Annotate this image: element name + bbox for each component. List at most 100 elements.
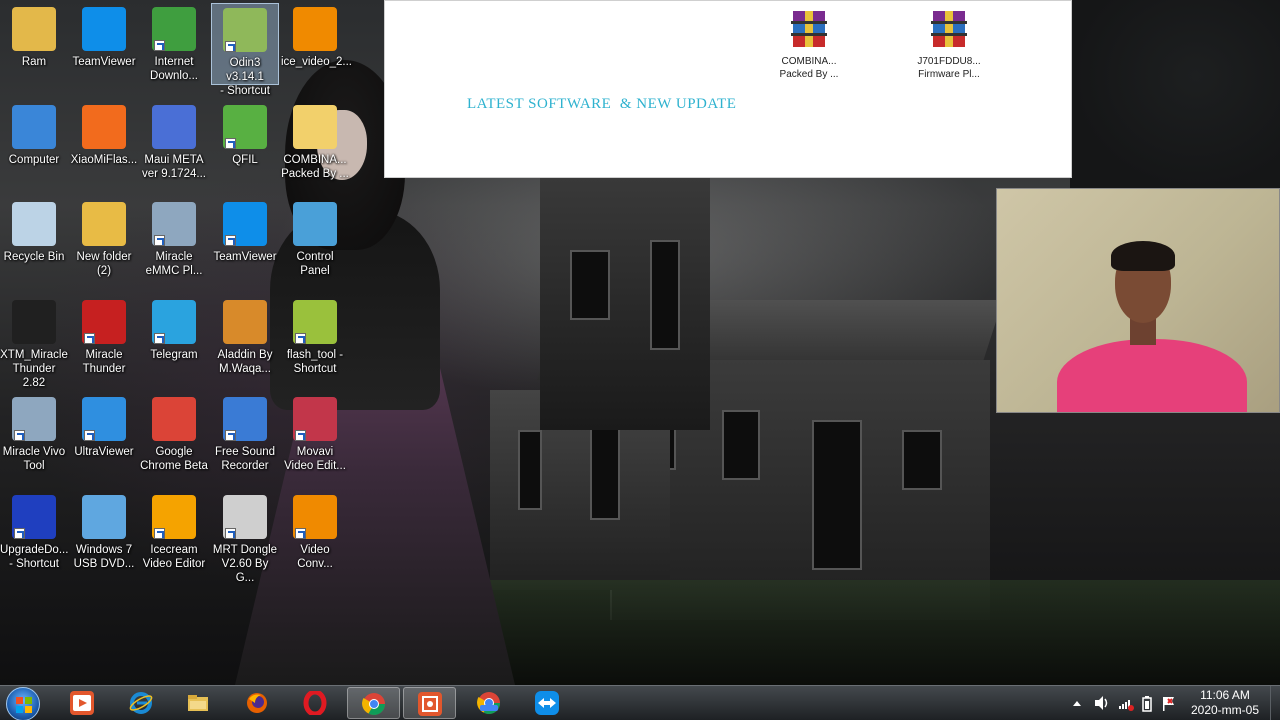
icon-label-line1: Odin3 v3.14.1 bbox=[226, 57, 264, 83]
desktop-icon[interactable]: flash_tool - Shortcut bbox=[281, 296, 349, 378]
desktop-icon-label: XTM_Miracle Thunder 2.82 bbox=[0, 348, 68, 390]
chrome-beta-icon bbox=[477, 691, 501, 715]
desktop-icon[interactable]: Ram bbox=[0, 3, 68, 85]
screen-recorder-icon bbox=[418, 692, 442, 716]
taskbar-chrome-beta[interactable] bbox=[463, 687, 516, 719]
icon-label-line1: Google bbox=[155, 446, 193, 458]
gsm-team-icon bbox=[12, 300, 56, 344]
web-page-banner: LATEST SOFTWARE & NEW UPDATE COMBINA... … bbox=[384, 0, 1072, 178]
tray-volume[interactable] bbox=[1093, 686, 1111, 720]
video-converter-icon bbox=[293, 495, 337, 539]
desktop-icon-label: UpgradeDo... - Shortcut bbox=[0, 543, 68, 571]
desktop-icon[interactable]: Video Conv... bbox=[281, 491, 349, 573]
teamviewer-icon bbox=[223, 202, 267, 246]
upgrade-download-icon bbox=[12, 495, 56, 539]
shortcut-arrow-icon bbox=[84, 430, 95, 441]
desktop-icon[interactable]: Computer bbox=[0, 101, 68, 183]
desktop-icon-label: QFIL bbox=[211, 153, 279, 167]
icon-label-line2: M.Waqa... bbox=[219, 363, 271, 375]
shortcut-arrow-icon bbox=[295, 528, 306, 539]
shortcut-arrow-icon bbox=[225, 235, 236, 246]
desktop-icon[interactable]: XTM_Miracle Thunder 2.82 bbox=[0, 296, 68, 389]
desktop-icon[interactable]: UpgradeDo... - Shortcut bbox=[0, 491, 68, 573]
desktop-icon[interactable]: COMBINA... Packed By ... bbox=[281, 101, 349, 183]
qfil-icon bbox=[223, 105, 267, 149]
desktop-icon[interactable]: Icecream Video Editor bbox=[140, 491, 208, 573]
icon-label-line2: Video Editor bbox=[142, 558, 206, 570]
desktop-icon-label: Miracle eMMC Pl... bbox=[140, 250, 208, 278]
icon-label-line1: Icecream bbox=[150, 544, 198, 556]
desktop-icon[interactable]: Control Panel bbox=[281, 198, 349, 280]
movavi-icon bbox=[293, 397, 337, 441]
desktop-icon-label: Movavi Video Edit... bbox=[281, 445, 349, 473]
icecream-editor-icon bbox=[152, 495, 196, 539]
icon-label-line2: eMMC Pl... bbox=[145, 265, 203, 277]
icon-label-line2: - Shortcut bbox=[9, 558, 59, 570]
firefox-icon bbox=[245, 691, 269, 715]
desktop-icon[interactable]: Recycle Bin bbox=[0, 198, 68, 280]
icon-label-line2: (2) bbox=[96, 265, 112, 277]
desktop-icon[interactable]: Odin3 v3.14.1 - Shortcut bbox=[211, 3, 279, 97]
taskbar-chrome[interactable] bbox=[347, 687, 400, 719]
taskbar-media-player[interactable] bbox=[56, 687, 109, 719]
battery-icon bbox=[1142, 696, 1152, 712]
desktop-icon[interactable]: Maui META ver 9.1724... bbox=[140, 101, 208, 183]
desktop-icon[interactable]: New folder (2) bbox=[70, 198, 138, 280]
icon-label-line2: - Shortcut bbox=[220, 85, 270, 97]
chrome-icon bbox=[362, 692, 386, 716]
taskbar-internet-explorer[interactable] bbox=[115, 687, 168, 719]
banner-title: LATEST SOFTWARE & NEW UPDATE bbox=[467, 96, 737, 112]
desktop-icon[interactable]: TeamViewer bbox=[211, 198, 279, 280]
desktop-icon[interactable]: Aladdin By M.Waqa... bbox=[211, 296, 279, 378]
desktop-icon[interactable]: ice_video_2... bbox=[281, 3, 352, 85]
icon-label-line1: MRT Dongle bbox=[212, 544, 278, 556]
desktop-icon[interactable]: TeamViewer bbox=[70, 3, 138, 85]
start-button[interactable] bbox=[6, 687, 40, 720]
icon-label-line2: Thunder bbox=[82, 363, 126, 375]
internet-explorer-icon bbox=[129, 691, 153, 715]
chrome-beta-icon bbox=[152, 397, 196, 441]
tray-overflow-arrow[interactable] bbox=[1070, 686, 1084, 720]
desktop-icon-label: TeamViewer bbox=[70, 55, 138, 69]
icon-label-line1: Video bbox=[300, 544, 330, 556]
desktop-icon[interactable]: Telegram bbox=[140, 296, 208, 378]
desktop-icon[interactable]: Free Sound Recorder bbox=[211, 393, 279, 475]
rar-file-firmware[interactable]: J701FDDU8... Firmware Pl... bbox=[912, 9, 986, 81]
icon-label-line1: Control bbox=[296, 251, 334, 263]
recycle-bin-icon bbox=[12, 202, 56, 246]
shortcut-arrow-icon bbox=[225, 528, 236, 539]
desktop-icon[interactable]: UltraViewer bbox=[70, 393, 138, 475]
desktop-icon[interactable]: Miracle eMMC Pl... bbox=[140, 198, 208, 280]
tray-network[interactable] bbox=[1117, 686, 1135, 720]
desktop-icon[interactable]: Windows 7 USB DVD... bbox=[70, 491, 138, 573]
icon-label-line1: Free Sound bbox=[214, 446, 276, 458]
icon-label-line1: TeamViewer bbox=[72, 56, 136, 68]
windows-usb-dvd-icon bbox=[82, 495, 126, 539]
file-name-line1: J701FDDU8... bbox=[917, 56, 981, 67]
taskbar-file-explorer[interactable] bbox=[172, 687, 225, 719]
taskbar-opera[interactable] bbox=[289, 687, 342, 719]
desktop-icon-label: Telegram bbox=[140, 348, 208, 362]
show-desktop-button[interactable] bbox=[1270, 686, 1280, 720]
desktop-icon[interactable]: Movavi Video Edit... bbox=[281, 393, 349, 475]
chevron-up-icon bbox=[1073, 701, 1081, 706]
desktop-icon[interactable]: Google Chrome Beta bbox=[140, 393, 208, 475]
rar-file-combination[interactable]: COMBINA... Packed By ... bbox=[772, 9, 846, 81]
desktop-icon[interactable]: Miracle Vivo Tool bbox=[0, 393, 68, 475]
taskbar-teamviewer[interactable] bbox=[521, 687, 574, 719]
taskbar-clock[interactable]: 11:06 AM 2020-mm-05 bbox=[1188, 688, 1262, 718]
aladdin-icon bbox=[223, 300, 267, 344]
desktop-icon[interactable]: Miracle Thunder bbox=[70, 296, 138, 378]
desktop-icon-label: COMBINA... Packed By ... bbox=[281, 153, 349, 181]
tray-action-center[interactable] bbox=[1160, 686, 1178, 720]
desktop-icon[interactable]: Internet Downlo... bbox=[140, 3, 208, 85]
desktop-icon[interactable]: QFIL bbox=[211, 101, 279, 183]
desktop-icon[interactable]: MRT Dongle V2.60 By G... bbox=[211, 491, 279, 584]
odin-icon bbox=[223, 8, 267, 52]
tray-battery[interactable] bbox=[1140, 686, 1154, 720]
desktop-icon-label: Icecream Video Editor bbox=[140, 543, 208, 571]
taskbar-screen-recorder[interactable] bbox=[403, 687, 456, 719]
desktop-icon-label: MRT Dongle V2.60 By G... bbox=[211, 543, 279, 585]
desktop-icon[interactable]: XiaoMiFlas... bbox=[70, 101, 138, 183]
taskbar-firefox[interactable] bbox=[231, 687, 284, 719]
